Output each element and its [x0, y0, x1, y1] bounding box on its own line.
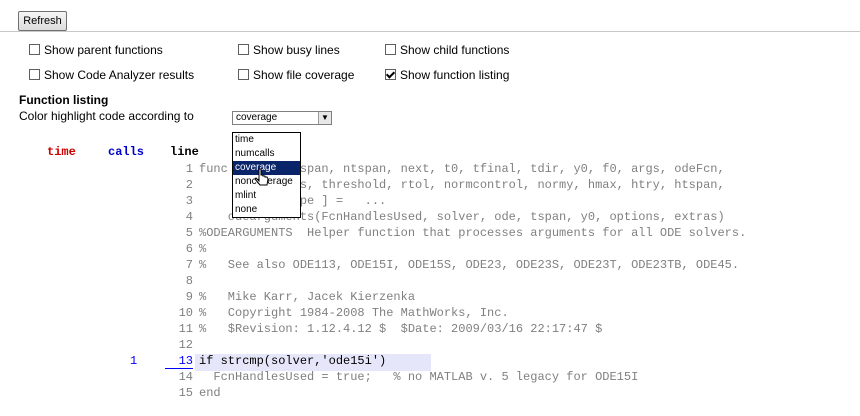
line-number: 4 — [185, 210, 193, 224]
code-line: 14 FcnHandlesUsed = true; % no MATLAB v.… — [0, 370, 860, 386]
function-listing-heading: Function listing — [19, 93, 109, 107]
option-label: Show child functions — [400, 43, 510, 57]
show-busy-lines-option[interactable]: Show busy lines — [238, 42, 340, 58]
option-label: Show parent functions — [44, 43, 163, 57]
line-number: 12 — [178, 338, 193, 352]
time-column-header: time — [47, 145, 76, 159]
code-text: end — [199, 386, 221, 400]
code-text: FcnHandlesUsed = true; % no MATLAB v. 5 … — [199, 370, 639, 384]
show-parent-functions-checkbox[interactable] — [29, 44, 40, 55]
show-code-analyzer-option[interactable]: Show Code Analyzer results — [29, 67, 194, 83]
line-number: 6 — [185, 242, 193, 256]
dropdown-option-numcalls[interactable]: numcalls — [233, 147, 300, 161]
call-count: 1 — [130, 354, 138, 368]
code-text: % $Revision: 1.12.4.12 $ $Date: 2009/03/… — [199, 322, 603, 336]
code-line: 10 % Copyright 1984-2008 The MathWorks, I… — [0, 306, 860, 322]
code-text: % — [199, 242, 207, 256]
code-line: 15 end — [0, 386, 860, 402]
code-line: 4 odearguments(FcnHandlesUsed, solver, o… — [0, 210, 860, 226]
show-code-analyzer-checkbox[interactable] — [29, 69, 40, 80]
pointer-cursor-icon — [254, 168, 269, 186]
line-number: 11 — [178, 322, 193, 336]
line-number: 3 — [185, 194, 193, 208]
line-number: 10 — [178, 306, 193, 320]
line-number: 15 — [178, 386, 193, 400]
chevron-down-icon[interactable]: ▼ — [318, 112, 331, 124]
code-line: 11 % $Revision: 1.12.4.12 $ $Date: 2009/0… — [0, 322, 860, 338]
dropdown-option-time[interactable]: time — [233, 133, 300, 147]
line-number[interactable]: 13 — [164, 354, 193, 369]
line-number: 7 — [185, 258, 193, 272]
show-file-coverage-checkbox[interactable] — [238, 69, 249, 80]
code-line: 3 pe ] = ... — [0, 194, 860, 210]
code-line: 12 — [0, 338, 860, 354]
dropdown-option-mlint[interactable]: mlint — [233, 189, 300, 203]
refresh-button[interactable]: Refresh — [18, 11, 67, 31]
code-text: %ODEARGUMENTS Helper function that proce… — [199, 226, 747, 240]
show-file-coverage-option[interactable]: Show file coverage — [238, 67, 354, 83]
select-value: coverage — [236, 112, 278, 123]
show-function-listing-checkbox[interactable] — [385, 69, 396, 80]
show-child-functions-checkbox[interactable] — [385, 44, 396, 55]
color-highlight-label: Color highlight code according to — [19, 109, 194, 123]
show-busy-lines-checkbox[interactable] — [238, 44, 249, 55]
show-function-listing-option[interactable]: Show function listing — [385, 67, 509, 83]
code-line: 5 %ODEARGUMENTS Helper function that proc… — [0, 226, 860, 242]
line-column-header: line — [170, 145, 199, 159]
option-label: Show file coverage — [253, 68, 355, 82]
toolbar-separator — [0, 31, 860, 32]
option-label: Show busy lines — [253, 43, 340, 57]
line-number: 5 — [185, 226, 193, 240]
code-line: 6% — [0, 242, 860, 258]
line-number: 14 — [178, 370, 193, 384]
code-line: 1 13 if strcmp(solver,'ode15i') — [0, 354, 860, 371]
code-listing: 1 func span, ntspan, next, t0, tfinal, td… — [0, 162, 860, 416]
option-label: Show Code Analyzer results — [44, 68, 195, 82]
code-line: 8 — [0, 274, 860, 290]
line-number: 9 — [185, 290, 193, 304]
color-highlight-select[interactable]: coverage ▼ — [232, 111, 332, 125]
line-number: 2 — [185, 178, 193, 192]
option-label: Show function listing — [400, 68, 510, 82]
show-parent-functions-option[interactable]: Show parent functions — [29, 42, 163, 58]
code-text: % Copyright 1984-2008 The MathWorks, Inc… — [199, 306, 509, 320]
line-number: 8 — [185, 274, 193, 288]
calls-column-header: calls — [108, 145, 145, 159]
code-text: % Mike Karr, Jacek Kierzenka — [199, 290, 416, 304]
line-number: 1 — [185, 162, 193, 176]
code-text: if strcmp(solver,'ode15i') — [199, 354, 387, 368]
code-line: 1 func span, ntspan, next, t0, tfinal, td… — [0, 162, 860, 178]
code-line: 9 % Mike Karr, Jacek Kierzenka — [0, 290, 860, 306]
dropdown-option-none[interactable]: none — [233, 203, 300, 217]
show-child-functions-option[interactable]: Show child functions — [385, 42, 509, 58]
code-line: 2 s, threshold, rtol, normcontrol, normy… — [0, 178, 860, 194]
code-line: 7 % See also ODE113, ODE15I, ODE15S, ODE2… — [0, 258, 860, 274]
code-text: % See also ODE113, ODE15I, ODE15S, ODE23… — [199, 258, 740, 272]
